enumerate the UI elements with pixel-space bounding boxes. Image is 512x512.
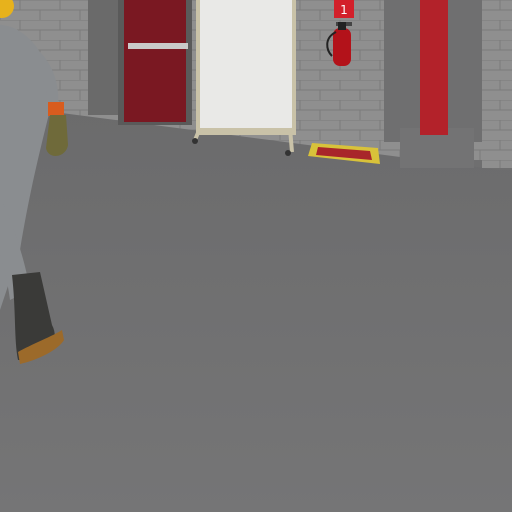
scene-canvas: 1 (0, 0, 512, 512)
red-pipe (420, 0, 448, 135)
fire-extinguisher (333, 28, 351, 66)
worker-glove-icon (46, 115, 68, 156)
wall-column-left (88, 0, 120, 115)
right-wall (482, 0, 512, 168)
whiteboard (200, 0, 292, 128)
whiteboard-wheel (285, 150, 291, 156)
sign-glyph: 1 (340, 3, 348, 17)
red-door (124, 0, 186, 122)
worker-cuff (48, 102, 64, 116)
door-push-bar (128, 43, 188, 49)
extinguisher-valve (338, 22, 346, 30)
whiteboard-wheel (192, 138, 198, 144)
warehouse-scene: 1 (0, 0, 512, 512)
whiteboard-leg-right (288, 127, 294, 153)
